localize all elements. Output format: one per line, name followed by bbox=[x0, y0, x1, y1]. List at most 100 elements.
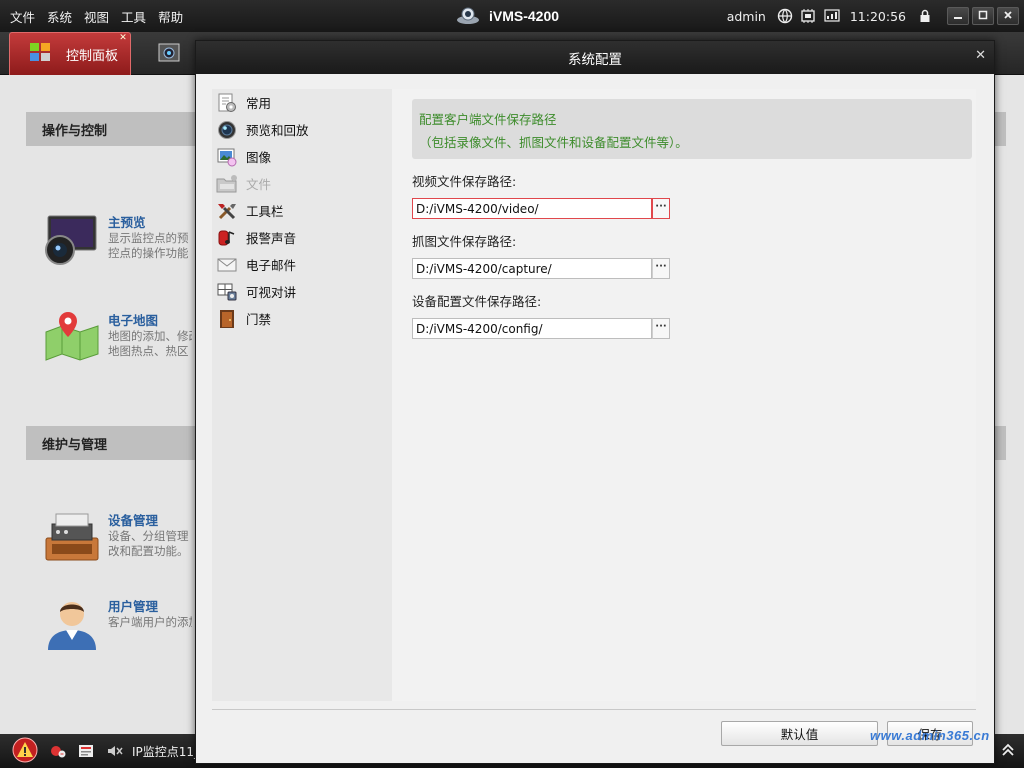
capture-browse-button[interactable]: ··· bbox=[652, 258, 670, 279]
video-path-input[interactable] bbox=[412, 198, 652, 219]
config-browse-button[interactable]: ··· bbox=[652, 318, 670, 339]
maximize-button[interactable] bbox=[972, 7, 994, 25]
capture-path-field: ··· bbox=[412, 258, 670, 279]
video-path-label: 视频文件保存路径: bbox=[412, 174, 517, 189]
preview-tab-icon bbox=[158, 43, 180, 66]
capture-path-input[interactable] bbox=[412, 258, 652, 279]
user-name[interactable]: admin bbox=[727, 9, 766, 24]
module-user-management[interactable]: 用户管理 客户端用户的添加 bbox=[42, 596, 192, 652]
file-settings-panel: 配置客户端文件保存路径 （包括录像文件、抓图文件和设备配置文件等）。 视频文件保… bbox=[392, 89, 976, 701]
module-main-preview[interactable]: 主预览 显示监控点的预 控点的操作功能 bbox=[42, 212, 192, 268]
config-path-input[interactable] bbox=[412, 318, 652, 339]
grid-icon bbox=[30, 43, 50, 65]
video-browse-button[interactable]: ··· bbox=[652, 198, 670, 219]
nav-label: 门禁 bbox=[246, 312, 272, 327]
close-window-button[interactable] bbox=[997, 7, 1019, 25]
menu-help[interactable]: 帮助 bbox=[152, 7, 189, 26]
nav-label: 电子邮件 bbox=[246, 258, 297, 273]
alarm-record-icon[interactable] bbox=[50, 743, 66, 759]
app-title: iVMS-4200 bbox=[455, 0, 559, 32]
config-path-field: ··· bbox=[412, 318, 670, 339]
ram-icon[interactable] bbox=[823, 8, 841, 24]
module-desc: 地图热点、热区 bbox=[108, 344, 189, 358]
nav-item-email[interactable]: 电子邮件 bbox=[212, 251, 392, 278]
video-path-field: ··· bbox=[412, 198, 670, 219]
map-pin-icon bbox=[42, 310, 102, 366]
expand-up-icon[interactable] bbox=[1002, 743, 1014, 760]
title-bar: 文件 系统 视图 工具 帮助 iVMS-4200 admin 11:20:56 bbox=[0, 0, 1024, 32]
door-icon bbox=[216, 309, 238, 329]
nav-item-alarm-sound[interactable]: 报警声音 bbox=[212, 224, 392, 251]
module-desc: 客户端用户的添加 bbox=[108, 615, 192, 629]
module-device-management[interactable]: 设备管理 设备、分组管理 改和配置功能。 bbox=[42, 510, 192, 566]
app-name: iVMS-4200 bbox=[489, 8, 560, 24]
top-right-area: admin 11:20:56 bbox=[727, 0, 1024, 32]
section-title: 维护与管理 bbox=[42, 437, 108, 453]
menu-view[interactable]: 视图 bbox=[78, 7, 115, 26]
nav-item-toolbar[interactable]: 工具栏 bbox=[212, 197, 392, 224]
watermark: www.admin365.cn bbox=[870, 728, 990, 743]
hint-box: 配置客户端文件保存路径 （包括录像文件、抓图文件和设备配置文件等）。 bbox=[412, 99, 972, 159]
nav-label: 工具栏 bbox=[246, 204, 284, 219]
nav-label: 文件 bbox=[246, 177, 272, 192]
config-path-label: 设备配置文件保存路径: bbox=[412, 294, 542, 309]
nav-item-general[interactable]: 常用 bbox=[212, 89, 392, 116]
audio-mute-icon[interactable] bbox=[106, 743, 124, 759]
nav-item-image[interactable]: 图像 bbox=[212, 143, 392, 170]
main-preview-icon bbox=[42, 212, 102, 268]
minimize-icon bbox=[953, 9, 963, 23]
close-icon bbox=[1003, 9, 1013, 23]
app-logo-icon bbox=[455, 5, 481, 28]
cpu-icon[interactable] bbox=[799, 8, 817, 24]
clock: 11:20:56 bbox=[849, 8, 906, 24]
tab-control-panel[interactable]: 控制面板 ✕ bbox=[9, 32, 131, 75]
nav-label: 报警声音 bbox=[246, 231, 297, 246]
dialog-title-bar[interactable]: 系统配置 ✕ bbox=[196, 41, 994, 74]
nav-label: 图像 bbox=[246, 150, 272, 165]
settings-page-icon bbox=[216, 93, 238, 113]
tab-label: 控制面板 bbox=[66, 48, 119, 64]
menu-bar: 文件 系统 视图 工具 帮助 bbox=[4, 0, 189, 32]
user-icon bbox=[42, 596, 102, 652]
module-desc: 地图的添加、修改 bbox=[108, 329, 192, 343]
maximize-icon bbox=[978, 9, 988, 23]
default-button[interactable]: 默认值 bbox=[721, 721, 878, 746]
capture-path-label: 抓图文件保存路径: bbox=[412, 234, 517, 249]
dialog-separator bbox=[212, 709, 976, 710]
tab-close-icon[interactable]: ✕ bbox=[118, 34, 128, 44]
camera-lens-icon bbox=[216, 120, 238, 140]
dialog-close-icon[interactable]: ✕ bbox=[975, 49, 986, 63]
menu-file[interactable]: 文件 bbox=[4, 7, 41, 26]
module-desc: 改和配置功能。 bbox=[108, 544, 189, 558]
dialog-body: 常用 预览和回放 图像 文件 工具栏 报警声音 电子邮件 可视对讲 门禁 配置客… bbox=[212, 89, 976, 701]
device-icon bbox=[42, 510, 102, 566]
nav-item-access-control[interactable]: 门禁 bbox=[212, 305, 392, 332]
module-title: 电子地图 bbox=[108, 313, 159, 328]
section-title: 操作与控制 bbox=[42, 123, 108, 139]
hint-line: （包括录像文件、抓图文件和设备配置文件等）。 bbox=[419, 135, 688, 150]
system-config-dialog: 系统配置 ✕ 常用 预览和回放 图像 文件 工具栏 报警声音 电子邮件 可视对讲… bbox=[195, 40, 995, 764]
network-globe-icon[interactable] bbox=[777, 8, 793, 24]
hint-line: 配置客户端文件保存路径 bbox=[419, 112, 557, 127]
nav-item-preview-playback[interactable]: 预览和回放 bbox=[212, 116, 392, 143]
nav-label: 常用 bbox=[246, 96, 272, 111]
nav-label: 可视对讲 bbox=[246, 285, 297, 300]
menu-system[interactable]: 系统 bbox=[41, 7, 78, 26]
module-desc: 设备、分组管理 bbox=[108, 529, 189, 543]
status-camera-label: IP监控点11_ bbox=[132, 744, 201, 759]
module-title: 主预览 bbox=[108, 215, 146, 230]
menu-tools[interactable]: 工具 bbox=[115, 7, 152, 26]
event-list-icon[interactable] bbox=[78, 743, 94, 759]
module-e-map[interactable]: 电子地图 地图的添加、修改 地图热点、热区 bbox=[42, 310, 192, 366]
config-nav: 常用 预览和回放 图像 文件 工具栏 报警声音 电子邮件 可视对讲 门禁 bbox=[212, 89, 392, 701]
nav-item-video-intercom[interactable]: 可视对讲 bbox=[212, 278, 392, 305]
lock-icon[interactable] bbox=[919, 9, 931, 23]
tools-icon bbox=[216, 201, 238, 221]
minimize-button[interactable] bbox=[947, 7, 969, 25]
image-icon bbox=[216, 147, 238, 167]
nav-item-file[interactable]: 文件 bbox=[212, 170, 392, 197]
alarm-icon[interactable] bbox=[12, 737, 38, 766]
module-title: 设备管理 bbox=[108, 513, 159, 528]
tab-preview[interactable] bbox=[158, 43, 180, 66]
email-icon bbox=[216, 255, 238, 275]
